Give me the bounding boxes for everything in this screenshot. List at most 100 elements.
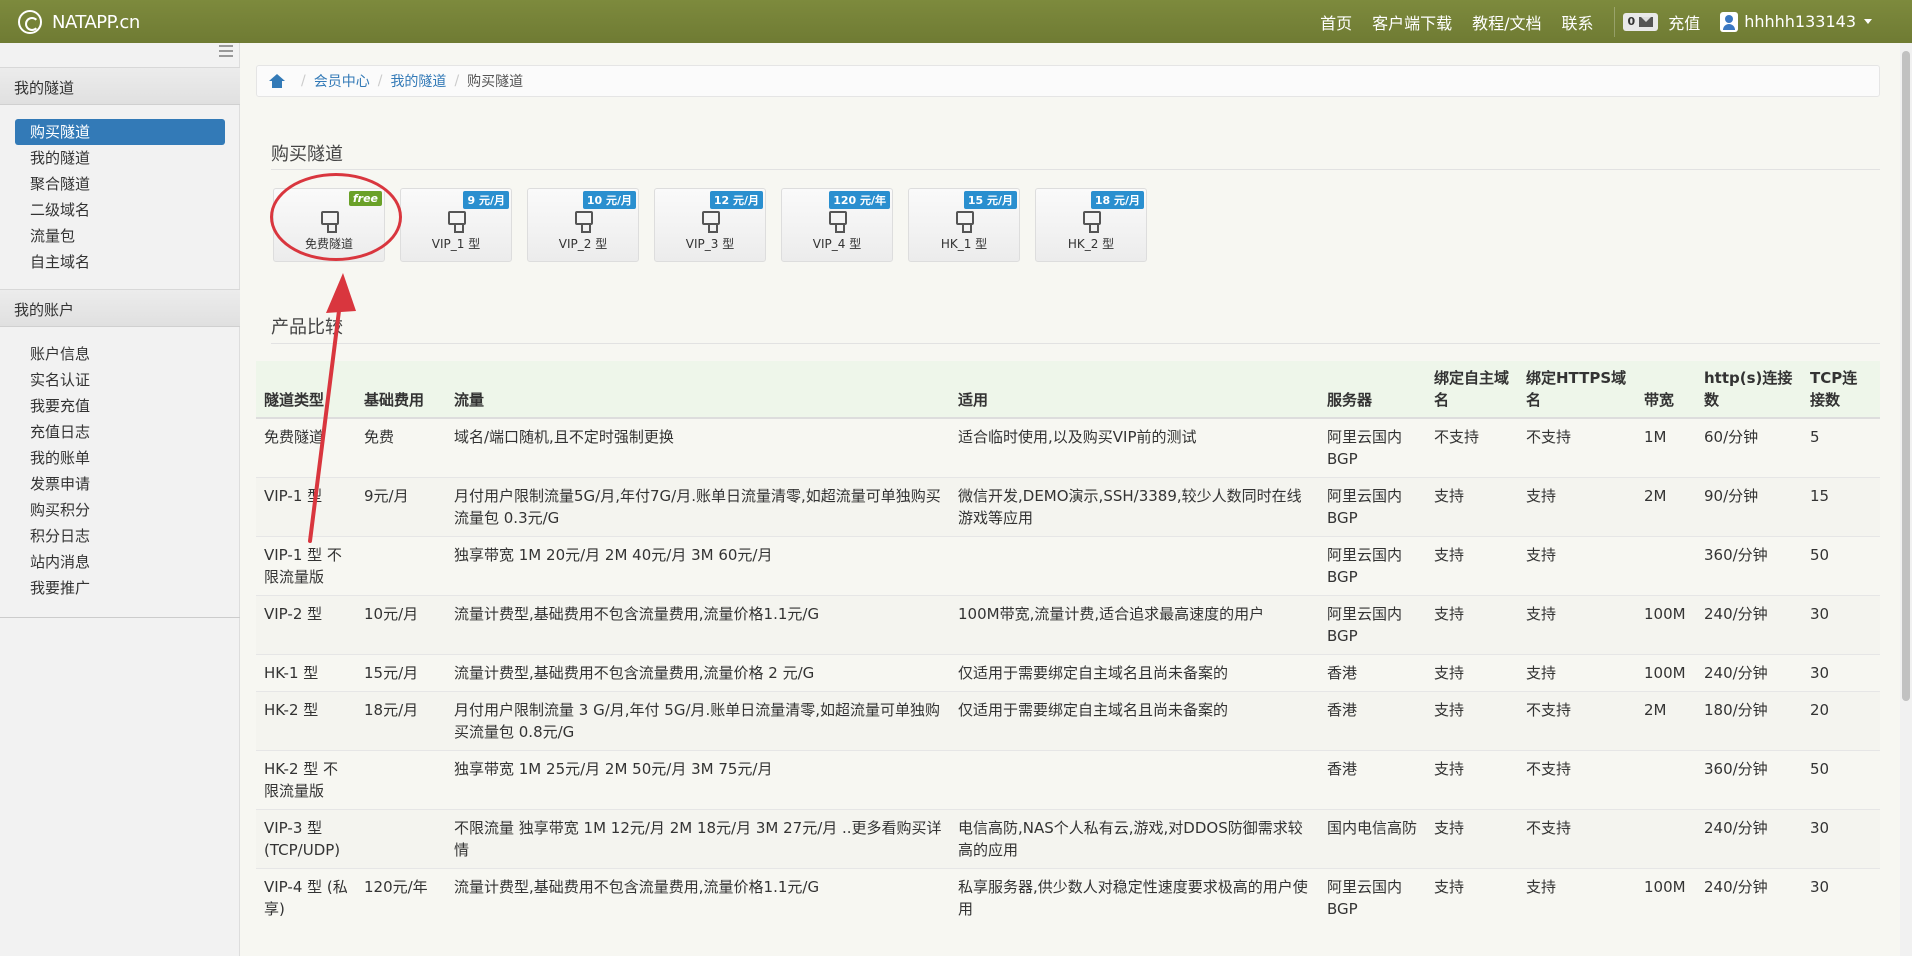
table-cell: 240/分钟 [1696,868,1802,927]
computer-icon [575,211,593,233]
envelope-icon [1639,16,1654,27]
scrollbar-thumb[interactable] [1902,51,1910,701]
sidebar-group-title: 我的账户 [0,289,240,327]
sidebar-item-traffic-pack[interactable]: 流量包 [15,223,225,249]
sidebar-item-promote[interactable]: 我要推广 [15,575,225,601]
top-navbar: NATAPP.cn 首页 客户端下载 教程/文档 联系 0 充值 hhhhh13… [0,0,1912,43]
table-cell: 30 [1802,868,1880,927]
nav-home-link[interactable]: 首页 [1320,10,1352,34]
table-cell: 支持 [1518,477,1636,537]
product-label: HK_2 型 [1067,237,1115,251]
breadcrumb-separator: / [301,73,306,89]
sidebar-item-recharge[interactable]: 我要充值 [15,393,225,419]
nav-docs-link[interactable]: 教程/文档 [1472,10,1541,34]
table-cell: 支持 [1518,536,1636,596]
computer-icon [448,211,466,233]
table-cell: 香港 [1319,750,1426,810]
sidebar-item-messages[interactable]: 站内消息 [15,549,225,575]
nav-recharge-link[interactable]: 充值 [1668,10,1700,34]
table-cell: 5 [1802,417,1880,478]
table-cell: 阿里云国内BGP [1319,417,1426,478]
scrollbar[interactable] [1900,43,1912,956]
table-cell [356,750,446,810]
sidebar-item-verification[interactable]: 实名认证 [15,367,225,393]
sidebar-divider [0,617,240,618]
sidebar-item-buy-points[interactable]: 购买积分 [15,497,225,523]
table-row: VIP-1 型 不限流量版 独享带宽 1M 20元/月 2M 40元/月 3M 6… [256,536,1880,596]
table-cell: 30 [1802,654,1880,692]
table-cell: 支持 [1426,595,1518,655]
table-cell: 10元/月 [356,595,446,655]
mail-count: 0 [1627,15,1636,28]
table-cell: 18元/月 [356,691,446,751]
nav-download-link[interactable]: 客户端下载 [1372,10,1452,34]
product-hk2[interactable]: 18 元/月 HK_2 型 [1035,188,1147,262]
sidebar-item-buy-tunnel[interactable]: 购买隧道 [15,119,225,145]
sidebar-item-invoice[interactable]: 发票申请 [15,471,225,497]
table-row: HK-2 型 18元/月 月付用户限制流量 3 G/月,年付 5G/月.账单日流量清… [256,691,1880,751]
table-cell: 支持 [1426,868,1518,927]
breadcrumb: / 会员中心 / 我的隧道 / 购买隧道 [256,65,1880,97]
mail-badge[interactable]: 0 [1622,12,1659,31]
table-cell: 月付用户限制流量5G/月,年付7G/月.账单日流量清零,如超流量可单独购买流量包… [446,477,950,537]
table-cell: 120元/年 [356,868,446,927]
table-cell: 50 [1802,750,1880,810]
table-cell: 香港 [1319,691,1426,751]
table-cell: 360/分钟 [1696,750,1802,810]
table-cell: 香港 [1319,654,1426,692]
table-header-row: 隧道类型 基础费用 流量 适用 服务器 绑定自主域名 绑定HTTPS域名 带宽 … [256,361,1880,419]
table-cell: 支持 [1518,868,1636,927]
table-cell: 阿里云国内BGP [1319,868,1426,927]
table-cell: 仅适用于需要绑定自主域名且尚未备案的 [950,691,1319,751]
table-cell: VIP-2 型 [256,595,356,655]
table-cell: 90/分钟 [1696,477,1802,537]
col-header: 绑定自主域名 [1426,361,1518,419]
sidebar-item-subdomain[interactable]: 二级域名 [15,197,225,223]
product-label: VIP_3 型 [685,237,735,251]
sidebar: 我的隧道 购买隧道 我的隧道 聚合隧道 二级域名 流量包 自主域名 我的账户 账… [0,43,240,956]
table-cell: 阿里云国内BGP [1319,477,1426,537]
table-row: HK-2 型 不限流量版 独享带宽 1M 25元/月 2M 50元/月 3M 75… [256,750,1880,810]
product-vip3[interactable]: 12 元/月 VIP_3 型 [654,188,766,262]
product-vip4[interactable]: 120 元/年 VIP_4 型 [781,188,893,262]
nav-contact-link[interactable]: 联系 [1562,10,1594,34]
table-cell: 支持 [1426,809,1518,869]
price-badge: 120 元/年 [829,191,890,209]
table-cell: 国内电信高防 [1319,809,1426,869]
user-menu[interactable]: hhhhh133143 [1720,11,1872,32]
sidebar-item-custom-domain[interactable]: 自主域名 [15,249,225,275]
table-cell: 支持 [1426,654,1518,692]
sidebar-item-points-log[interactable]: 积分日志 [15,523,225,549]
sidebar-toggle-icon[interactable] [219,45,233,57]
sidebar-item-account-info[interactable]: 账户信息 [15,341,225,367]
sidebar-item-my-tunnels[interactable]: 我的隧道 [15,145,225,171]
col-header: 服务器 [1319,361,1426,419]
brand[interactable]: NATAPP.cn [18,7,140,37]
annotation-arrow [308,273,356,543]
sidebar-item-aggregate-tunnels[interactable]: 聚合隧道 [15,171,225,197]
product-vip2[interactable]: 10 元/月 VIP_2 型 [527,188,639,262]
table-row: VIP-4 型 (私享) 120元/年 流量计费型,基础费用不包含流量费用,流量价格… [256,868,1880,927]
price-badge: 10 元/月 [582,191,636,209]
breadcrumb-member-center[interactable]: 会员中心 [314,71,370,91]
home-icon[interactable] [269,74,285,88]
section-divider [271,343,1880,344]
table-cell: 9元/月 [356,477,446,537]
table-body: 免费隧道 免费 域名/端口随机,且不定时强制更换 适合临时使用,以及购买VIP前的测试… [256,417,1880,927]
table-cell: VIP-4 型 (私享) [256,868,356,927]
product-hk1[interactable]: 15 元/月 HK_1 型 [908,188,1020,262]
sidebar-item-bills[interactable]: 我的账单 [15,445,225,471]
sidebar-item-recharge-log[interactable]: 充值日志 [15,419,225,445]
user-icon [1720,11,1739,32]
table-cell: 240/分钟 [1696,809,1802,869]
logo-icon [18,10,42,34]
table-row: VIP-2 型 10元/月 流量计费型,基础费用不包含流量费用,流量价格1.1元/G… [256,595,1880,655]
table-cell: 流量计费型,基础费用不包含流量费用,流量价格 2 元/G [446,654,950,692]
product-vip1[interactable]: 9 元/月 VIP_1 型 [400,188,512,262]
table-cell: 阿里云国内BGP [1319,536,1426,596]
table-cell: 15元/月 [356,654,446,692]
breadcrumb-my-tunnels[interactable]: 我的隧道 [390,71,446,91]
table-cell: 不限流量 独享带宽 1M 12元/月 2M 18元/月 3M 27元/月 ..更… [446,809,950,869]
table-cell: 支持 [1426,536,1518,596]
table-cell: 月付用户限制流量 3 G/月,年付 5G/月.账单日流量清零,如超流量可单独购买… [446,691,950,751]
